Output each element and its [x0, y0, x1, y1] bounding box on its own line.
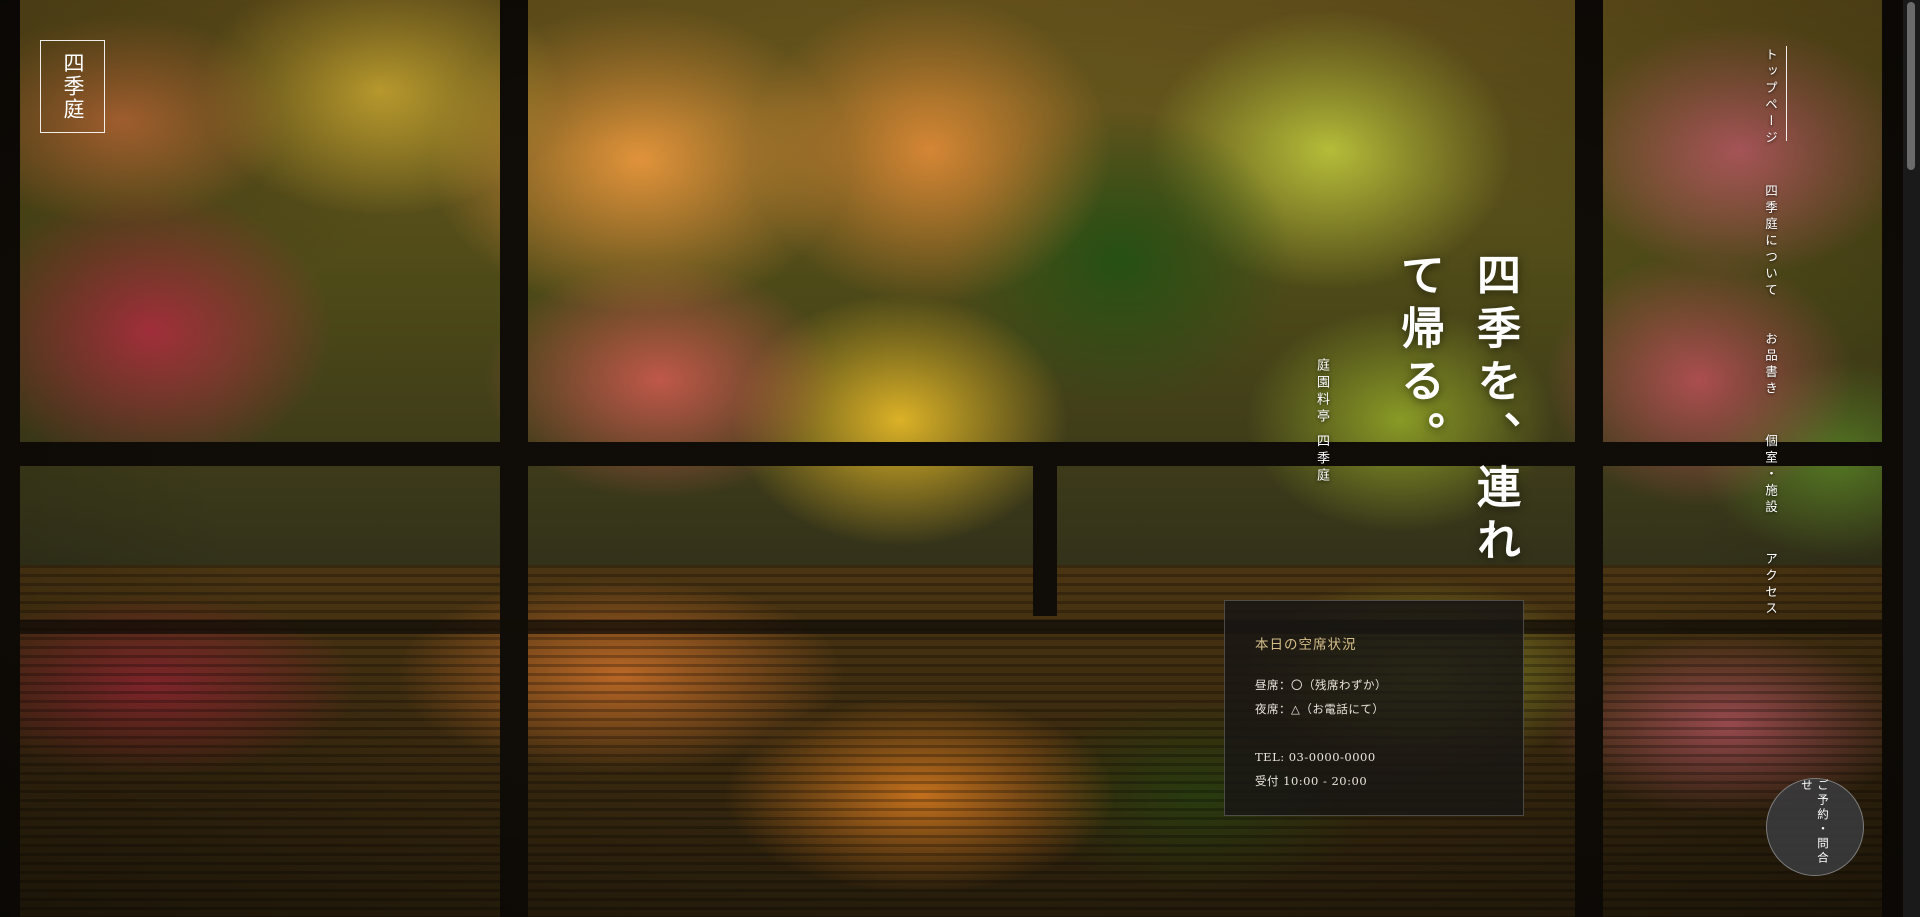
- hero-background-image: [0, 0, 1920, 917]
- hero-subtitle: 庭園料亭 四季庭: [1314, 358, 1329, 486]
- reserve-label: ご予約・問合せ: [1800, 779, 1830, 866]
- seat-status-panel: 本日の空席状況 昼席：〇（残席わずか） 夜席：△（お電話にて） TEL: 03-…: [1224, 600, 1524, 816]
- vertical-nav: トップページ 四季庭について お品書き 個室・施設 アクセス: [1760, 46, 1820, 626]
- nav-active-line: [1786, 46, 1787, 141]
- nav-item-rooms[interactable]: 個室・施設: [1761, 434, 1780, 517]
- reserve-button[interactable]: ご予約・問合せ: [1766, 778, 1864, 876]
- nav-item-about[interactable]: 四季庭について: [1761, 184, 1780, 300]
- status-dinner: 夜席：△（お電話にて）: [1255, 702, 1385, 716]
- status-hours: 受付 10:00 - 20:00: [1255, 774, 1368, 788]
- nav-item-top[interactable]: トップページ: [1761, 48, 1780, 147]
- status-title: 本日の空席状況: [1255, 637, 1357, 653]
- logo-text: 四季庭: [61, 52, 85, 121]
- status-spacer: [1255, 721, 1493, 745]
- page-scrollbar[interactable]: [1903, 0, 1920, 917]
- vignette: [0, 0, 1920, 917]
- status-lunch: 昼席：〇（残席わずか）: [1255, 678, 1387, 692]
- site-logo[interactable]: 四季庭: [40, 40, 105, 133]
- scrollbar-thumb[interactable]: [1907, 2, 1915, 170]
- status-tel: TEL: 03-0000-0000: [1255, 750, 1376, 764]
- hero-title: 四季を、連れて帰る。: [1393, 252, 1520, 570]
- nav-item-menu[interactable]: お品書き: [1761, 332, 1780, 398]
- nav-item-access[interactable]: アクセス: [1761, 552, 1780, 618]
